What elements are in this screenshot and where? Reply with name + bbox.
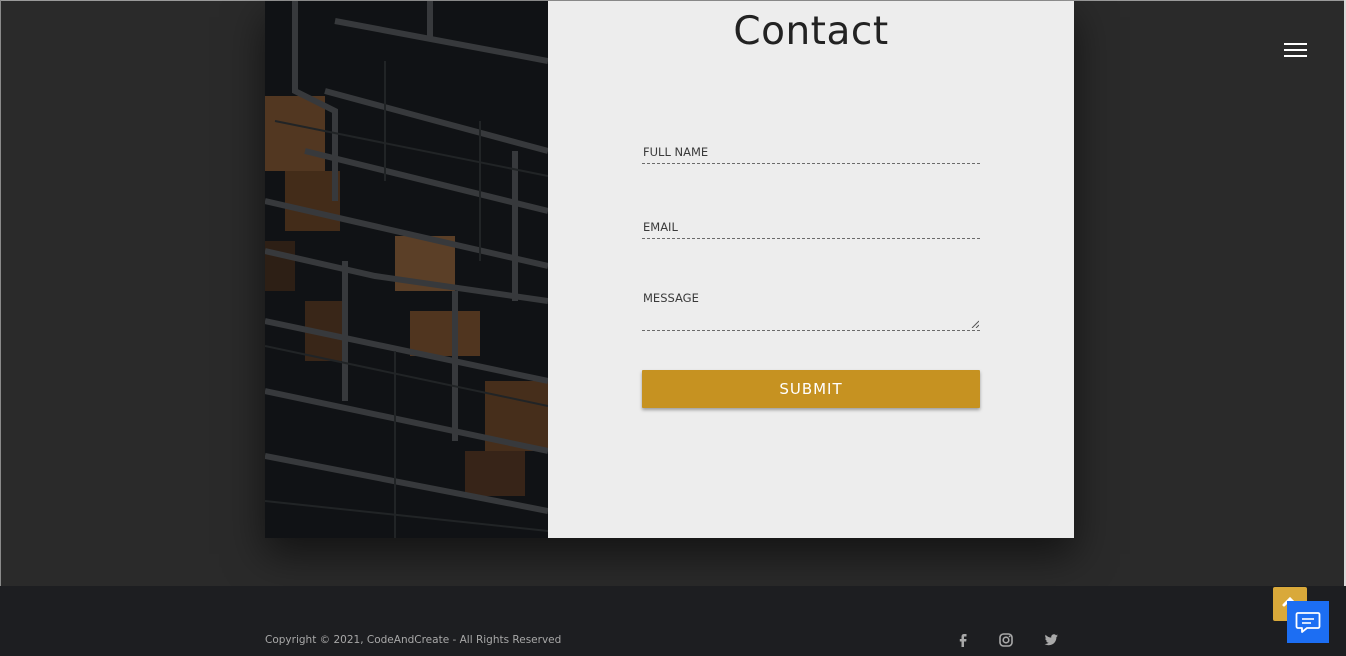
chat-icon xyxy=(1295,612,1321,633)
contact-form-panel: Contact FULL NAME EMAIL MESSAGE SUBMIT xyxy=(548,1,1074,538)
building-image xyxy=(265,1,548,538)
email-label: EMAIL xyxy=(643,220,678,234)
instagram-icon[interactable] xyxy=(997,631,1015,649)
building-photo xyxy=(265,1,548,538)
message-label: MESSAGE xyxy=(643,291,699,305)
contact-card: Contact FULL NAME EMAIL MESSAGE SUBMIT xyxy=(265,1,1074,538)
resize-grip-icon[interactable] xyxy=(971,320,979,328)
hamburger-menu-icon[interactable] xyxy=(1284,43,1308,58)
twitter-icon[interactable] xyxy=(1042,631,1060,649)
page-title: Contact xyxy=(733,9,889,54)
chat-button[interactable] xyxy=(1287,601,1329,643)
left-edge xyxy=(0,0,1,586)
email-field[interactable]: EMAIL xyxy=(642,216,980,239)
copyright-text: Copyright © 2021, CodeAndCreate - All Ri… xyxy=(265,634,562,646)
footer: Copyright © 2021, CodeAndCreate - All Ri… xyxy=(0,586,1346,656)
message-field[interactable]: MESSAGE xyxy=(642,287,980,331)
full-name-field[interactable]: FULL NAME xyxy=(642,141,980,164)
submit-button[interactable]: SUBMIT xyxy=(642,370,980,408)
facebook-icon[interactable] xyxy=(954,631,972,649)
full-name-label: FULL NAME xyxy=(643,145,709,159)
